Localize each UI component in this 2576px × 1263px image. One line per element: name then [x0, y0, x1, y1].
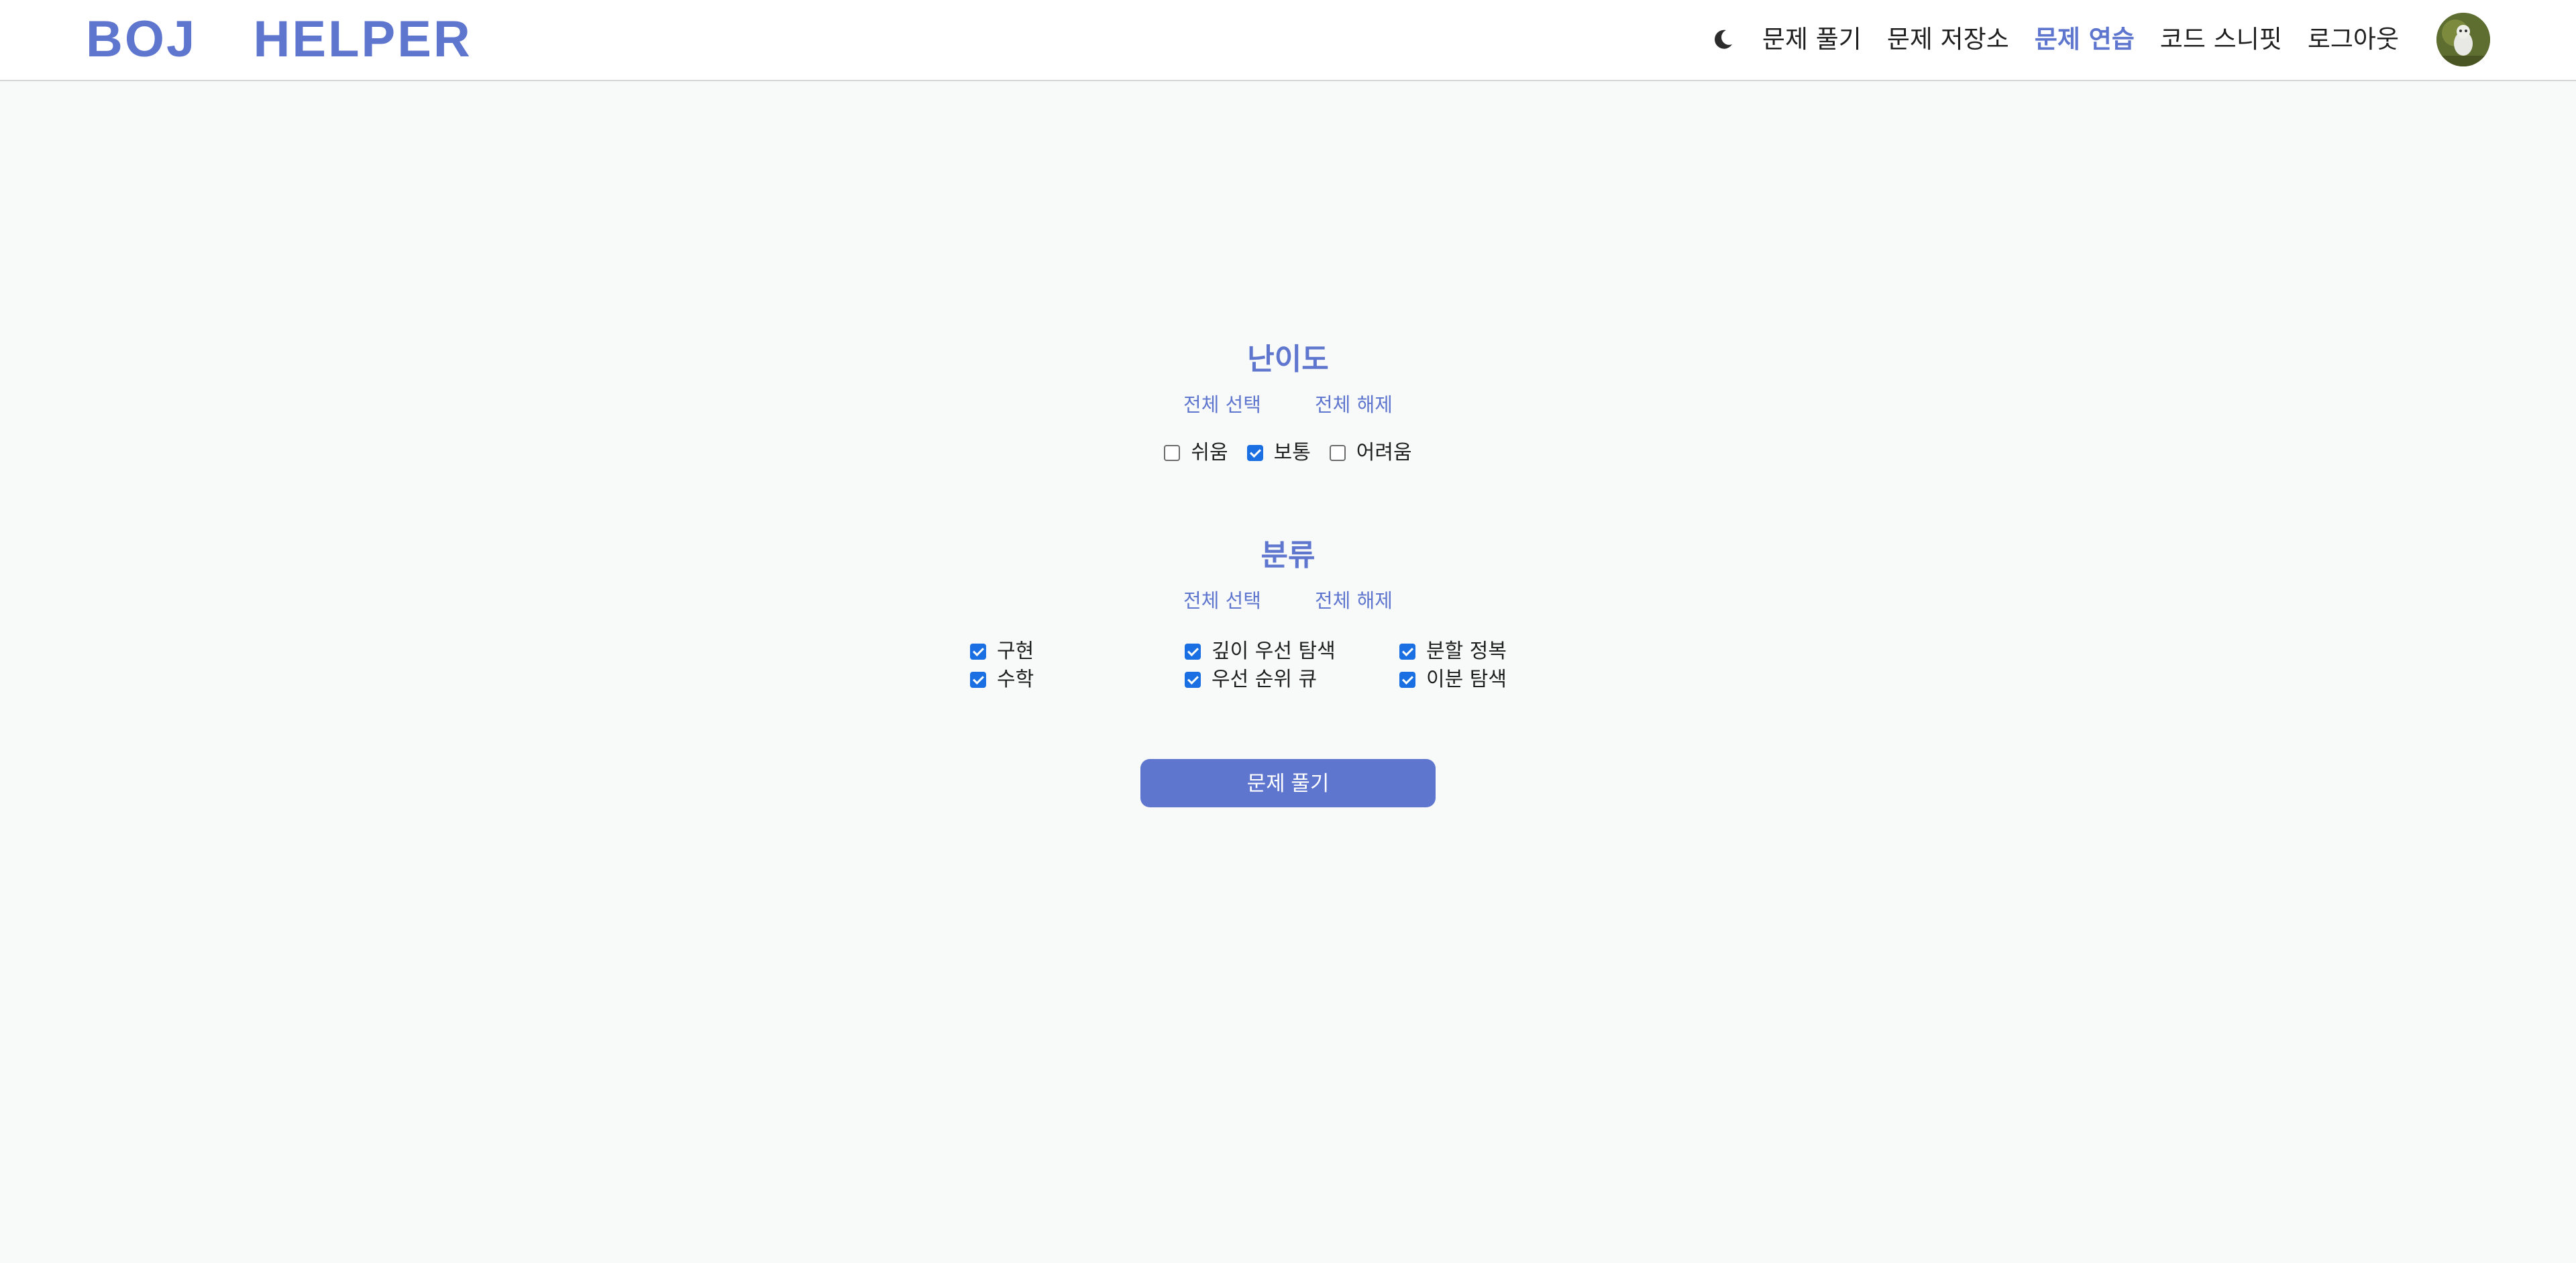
- nav-code-snippet[interactable]: 코드 스니핏: [2160, 19, 2282, 60]
- difficulty-options: 쉬움 보통 어려움: [0, 439, 2576, 467]
- category-deselect-all[interactable]: 전체 해제: [1315, 586, 1393, 615]
- category-label: 깊이 우선 탐색: [1212, 640, 1336, 663]
- category-checkbox-math[interactable]: [970, 672, 986, 688]
- dark-mode-toggle[interactable]: [1707, 24, 1738, 55]
- app-logo[interactable]: BOJ HELPER: [86, 9, 472, 70]
- category-title: 분류: [1260, 538, 1316, 572]
- category-option[interactable]: 우선 순위 큐: [1185, 666, 1399, 694]
- nav-problem-storage[interactable]: 문제 저장소: [1887, 19, 2009, 60]
- category-label: 이분 탐색: [1426, 668, 1507, 691]
- category-checkbox-dfs[interactable]: [1185, 644, 1201, 660]
- category-option[interactable]: 분할 정복: [1399, 638, 1547, 666]
- category-checkbox-binary-search[interactable]: [1399, 672, 1415, 688]
- category-option[interactable]: 깊이 우선 탐색: [1185, 638, 1399, 666]
- category-label: 구현: [997, 640, 1034, 663]
- category-actions: 전체 선택 전체 해제: [0, 586, 2576, 615]
- category-label: 수학: [997, 668, 1034, 691]
- difficulty-label: 보통: [1273, 441, 1311, 464]
- difficulty-checkbox-normal[interactable]: [1246, 445, 1263, 461]
- nav-solve-problem[interactable]: 문제 풀기: [1762, 19, 1862, 60]
- avatar-image: [2436, 13, 2490, 66]
- difficulty-title: 난이도: [1247, 342, 1329, 376]
- difficulty-actions: 전체 선택 전체 해제: [0, 390, 2576, 419]
- category-checkbox-priority-queue[interactable]: [1185, 672, 1201, 688]
- solve-problem-button[interactable]: 문제 풀기: [1140, 759, 1436, 807]
- difficulty-checkbox-easy[interactable]: [1164, 445, 1181, 461]
- category-option[interactable]: 구현: [970, 638, 1185, 666]
- category-checkbox-implementation[interactable]: [970, 644, 986, 660]
- difficulty-checkbox-hard[interactable]: [1329, 445, 1346, 461]
- nav-logout[interactable]: 로그아웃: [2308, 19, 2399, 60]
- category-checkbox-divide-conquer[interactable]: [1399, 644, 1415, 660]
- user-avatar[interactable]: [2436, 13, 2490, 66]
- category-select-all[interactable]: 전체 선택: [1183, 586, 1261, 615]
- top-navigation-bar: BOJ HELPER 문제 풀기 문제 저장소 문제 연습 코드 스니핏 로그아…: [0, 0, 2576, 81]
- category-option[interactable]: 이분 탐색: [1399, 666, 1547, 694]
- moon-icon: [1714, 30, 1732, 49]
- category-options: 구현 깊이 우선 탐색 분할 정복 수학 우선 순위 큐 이분 탐색: [970, 638, 1547, 694]
- difficulty-option[interactable]: 어려움: [1329, 439, 1412, 467]
- nav-menu: 문제 풀기 문제 저장소 문제 연습 코드 스니핏 로그아웃: [1707, 12, 2490, 67]
- difficulty-select-all[interactable]: 전체 선택: [1183, 390, 1261, 419]
- nav-problem-practice[interactable]: 문제 연습: [2035, 19, 2135, 60]
- difficulty-option[interactable]: 쉬움: [1164, 439, 1228, 467]
- difficulty-option[interactable]: 보통: [1246, 439, 1311, 467]
- category-label: 우선 순위 큐: [1212, 668, 1318, 691]
- category-option[interactable]: 수학: [970, 666, 1185, 694]
- difficulty-deselect-all[interactable]: 전체 해제: [1315, 390, 1393, 419]
- category-label: 분할 정복: [1426, 640, 1507, 663]
- difficulty-label: 쉬움: [1191, 441, 1228, 464]
- difficulty-label: 어려움: [1356, 441, 1412, 464]
